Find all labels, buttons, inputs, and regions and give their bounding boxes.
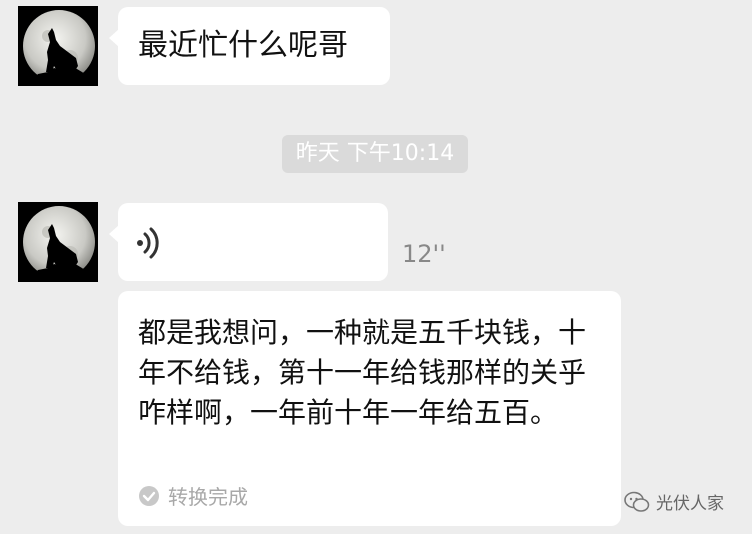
wolf-moon-icon bbox=[18, 202, 98, 282]
message-bubble[interactable]: 最近忙什么呢哥 bbox=[109, 7, 390, 85]
watermark: 光伏人家 bbox=[624, 489, 724, 514]
transcript-text: 都是我想问，一种就是五千块钱，十年不给钱，第十一年给钱那样的关乎咋样啊，一年前十… bbox=[138, 316, 587, 429]
contact-avatar[interactable] bbox=[18, 202, 98, 282]
message-text: 最近忙什么呢哥 bbox=[138, 28, 348, 63]
transcript-bubble[interactable]: 都是我想问，一种就是五千块钱，十年不给钱，第十一年给钱那样的关乎咋样啊，一年前十… bbox=[118, 291, 621, 526]
voice-message-bubble[interactable] bbox=[109, 203, 388, 281]
voice-wave-icon bbox=[137, 227, 159, 259]
check-circle-icon bbox=[139, 485, 159, 506]
transcript-status: 转换完成 bbox=[138, 481, 248, 510]
contact-avatar[interactable] bbox=[18, 6, 98, 86]
wechat-logo-icon bbox=[624, 491, 650, 512]
status-label: 转换完成 bbox=[168, 485, 248, 509]
voice-duration: 12'' bbox=[402, 240, 446, 268]
watermark-text: 光伏人家 bbox=[656, 494, 724, 514]
timestamp-pill: 昨天 下午10:14 bbox=[282, 135, 468, 173]
wolf-moon-icon bbox=[18, 6, 98, 86]
